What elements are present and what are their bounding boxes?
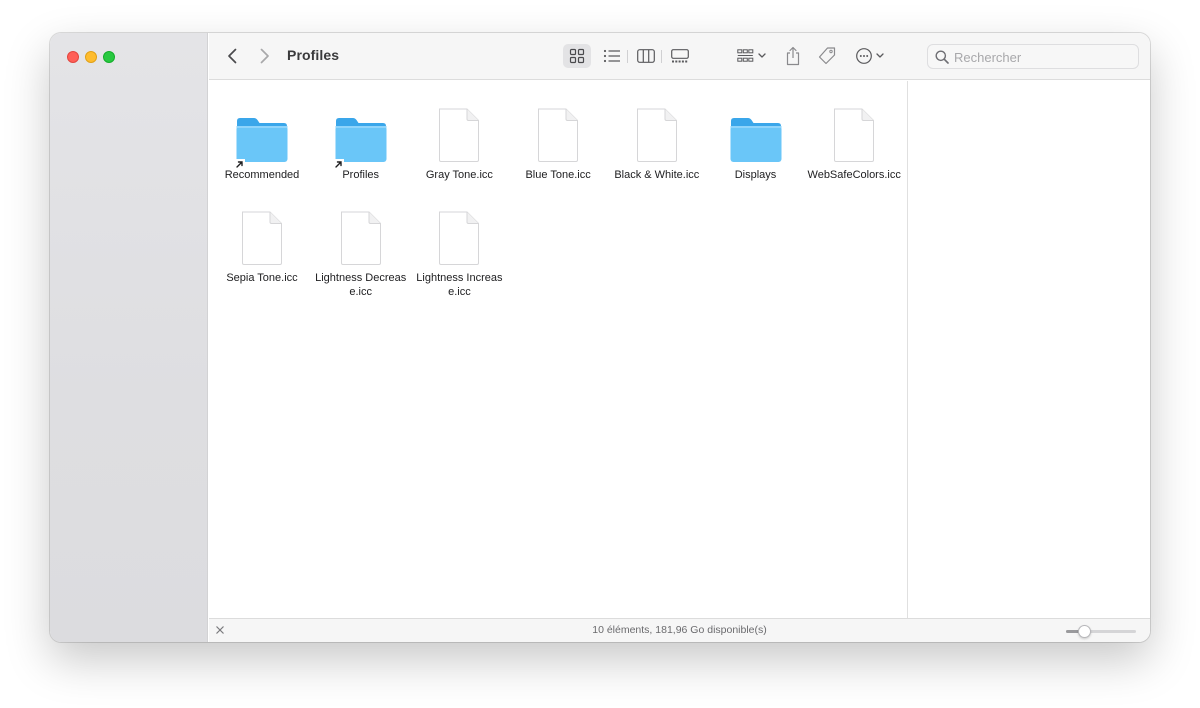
item-label: WebSafeColors.icc bbox=[807, 169, 901, 181]
status-text: 10 éléments, 181,96 Go disponible(s) bbox=[592, 624, 767, 636]
search-input[interactable] bbox=[954, 49, 1134, 65]
file-item[interactable]: Sepia Tone.icc bbox=[213, 204, 311, 285]
document-icon bbox=[242, 211, 282, 265]
finder-window: Profiles Rechercher Recommended Profiles… bbox=[50, 33, 1150, 642]
item-label: Blue Tone.icc bbox=[525, 169, 591, 181]
document-icon bbox=[834, 108, 875, 162]
list-view-button[interactable] bbox=[599, 44, 625, 68]
item-icon bbox=[410, 204, 508, 266]
document-icon bbox=[439, 211, 480, 265]
zoom-window-button[interactable] bbox=[103, 51, 115, 63]
item-label: Sepia Tone.icc bbox=[226, 272, 298, 284]
share-button[interactable] bbox=[783, 43, 803, 69]
toolbar-separator bbox=[627, 50, 628, 63]
preview-pane bbox=[909, 81, 1150, 618]
file-grid: Recommended Profiles Gray Tone.icc Blue … bbox=[209, 81, 908, 618]
search-field[interactable] bbox=[927, 44, 1139, 69]
ellipsis-circle-icon bbox=[856, 48, 884, 64]
chevron-down-icon bbox=[758, 53, 766, 58]
item-icon bbox=[312, 101, 410, 169]
item-label: Lightness Decrease.icc bbox=[315, 272, 407, 298]
columns-view-button[interactable] bbox=[633, 44, 659, 68]
toolbar-separator bbox=[661, 50, 662, 63]
item-label: Displays bbox=[734, 169, 777, 181]
file-item[interactable]: WebSafeColors.icc bbox=[805, 101, 903, 182]
folder-item[interactable]: Profiles bbox=[312, 101, 410, 182]
list-view-icon bbox=[603, 49, 620, 63]
file-item[interactable]: Black & White.icc bbox=[608, 101, 706, 182]
folder-icon bbox=[730, 118, 781, 162]
item-icon bbox=[805, 101, 903, 163]
folder-icon bbox=[335, 118, 387, 162]
icons-view-icon bbox=[569, 48, 585, 64]
alias-arrow-icon bbox=[333, 159, 344, 169]
minimize-window-button[interactable] bbox=[85, 51, 97, 63]
item-label: Profiles bbox=[342, 169, 380, 181]
chevron-right-icon bbox=[260, 48, 269, 64]
item-icon bbox=[707, 101, 805, 163]
file-item[interactable]: Gray Tone.icc bbox=[410, 101, 508, 182]
folder-icon bbox=[236, 118, 288, 162]
folder-item[interactable]: Recommended bbox=[213, 101, 311, 182]
back-button[interactable] bbox=[223, 46, 243, 66]
item-label: Gray Tone.icc bbox=[425, 169, 493, 181]
item-icon bbox=[410, 101, 508, 163]
item-icon bbox=[509, 101, 607, 163]
group-by-button[interactable] bbox=[735, 44, 771, 68]
file-item[interactable]: Lightness Decrease.icc bbox=[312, 204, 410, 299]
document-icon bbox=[636, 108, 677, 162]
icon-size-slider[interactable] bbox=[1066, 625, 1136, 638]
document-icon bbox=[340, 211, 381, 265]
group-by-icon bbox=[737, 49, 766, 62]
document-icon bbox=[439, 108, 480, 162]
close-window-button[interactable] bbox=[67, 51, 79, 63]
status-bar: 10 éléments, 181,96 Go disponible(s) bbox=[209, 618, 1150, 642]
icon-size-slider-thumb[interactable] bbox=[1077, 625, 1091, 638]
item-label: Black & White.icc bbox=[614, 169, 700, 181]
item-icon bbox=[312, 204, 410, 266]
gallery-view-icon bbox=[671, 49, 689, 63]
item-icon bbox=[213, 204, 311, 266]
item-icon bbox=[213, 101, 311, 169]
icons-view-button[interactable] bbox=[563, 44, 591, 68]
gallery-view-button[interactable] bbox=[666, 44, 694, 68]
item-label: Lightness Increase.icc bbox=[416, 272, 503, 298]
action-menu-button[interactable] bbox=[853, 44, 889, 68]
sidebar bbox=[50, 33, 208, 642]
alias-arrow-icon bbox=[235, 159, 245, 169]
columns-view-icon bbox=[637, 49, 655, 63]
search-icon bbox=[935, 50, 949, 64]
window-title: Profiles bbox=[287, 47, 340, 63]
tag-button[interactable] bbox=[816, 44, 838, 68]
toolbar: Profiles bbox=[209, 33, 1150, 80]
forward-button[interactable] bbox=[254, 46, 274, 66]
file-item[interactable]: Lightness Increase.icc bbox=[410, 204, 508, 299]
share-icon bbox=[786, 46, 800, 66]
document-icon bbox=[538, 108, 579, 162]
folder-item[interactable]: Displays bbox=[707, 101, 805, 182]
tag-icon bbox=[818, 47, 836, 65]
item-icon bbox=[608, 101, 706, 163]
file-item[interactable]: Blue Tone.icc bbox=[509, 101, 607, 182]
item-label: Recommended bbox=[224, 169, 300, 181]
chevron-left-icon bbox=[228, 48, 237, 64]
